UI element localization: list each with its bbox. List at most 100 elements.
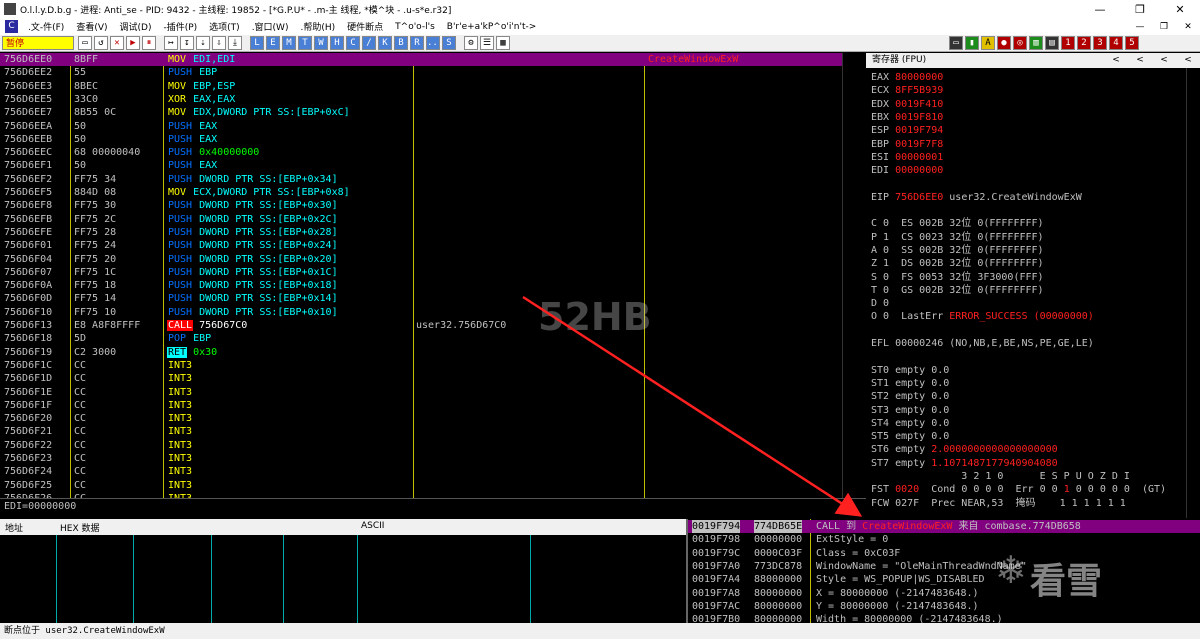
run-icon[interactable]: ▶: [126, 36, 140, 50]
disasm-row[interactable]: 756D6F1D CC INT3: [0, 372, 842, 385]
disasm-row[interactable]: 756D6EE7 8B55 0C MOV EDX,DWORD PTR SS:[EBP…: [0, 106, 842, 119]
plugin-icon-9[interactable]: 2: [1077, 36, 1091, 50]
register-line[interactable]: EFL 00000246 (NO,NB,E,BE,NS,PE,GE,LE): [871, 337, 1094, 350]
register-line[interactable]: O 0 LastErr ERROR_SUCCESS (00000000): [871, 310, 1094, 323]
toolbar-references-button[interactable]: R: [410, 36, 424, 50]
plugin-icon-12[interactable]: 5: [1125, 36, 1139, 50]
disasm-row[interactable]: 756D6EF2 FF75 34 PUSH DWORD PTR SS:[EBP+0x…: [0, 173, 842, 186]
plugin-icon-7[interactable]: ▤: [1045, 36, 1059, 50]
toolbar-handles-button[interactable]: H: [330, 36, 344, 50]
trace-over-icon[interactable]: ⇩: [212, 36, 226, 50]
disasm-row[interactable]: 756D6EF1 50 PUSH EAX: [0, 159, 842, 172]
toolbar-callstack-button[interactable]: K: [378, 36, 392, 50]
stack-row[interactable]: 0019F7AC 80000000 Y = 80000000 (-214748364…: [688, 600, 1200, 613]
toolbar-modules-button[interactable]: E: [266, 36, 280, 50]
trace-into-icon[interactable]: ⇣: [196, 36, 210, 50]
stack-row[interactable]: 0019F7A0 773DC878 WindowName = "OleMainThr…: [688, 560, 1200, 573]
register-line[interactable]: EBX 0019F810: [871, 111, 943, 124]
disasm-row[interactable]: 756D6F18 5D POP EBP: [0, 332, 842, 345]
stack-pane[interactable]: 0019F794 774DB65E CALL 到 CreateWindowExW 来…: [686, 519, 1200, 623]
child-close-button[interactable]: ✕: [1176, 22, 1200, 32]
pause-icon[interactable]: ⏸: [142, 36, 156, 50]
maximize-button[interactable]: ❐: [1120, 3, 1160, 16]
list-icon[interactable]: ☰: [480, 36, 494, 50]
stack-row[interactable]: 0019F794 774DB65E CALL 到 CreateWindowExW 来…: [688, 520, 1200, 534]
step-over-icon[interactable]: ↧: [180, 36, 194, 50]
register-value[interactable]: 756D6EE0: [895, 192, 943, 203]
disassembly-pane[interactable]: 756D6EE0 8BFF MOV EDI,EDI CreateWindowExW 75…: [0, 53, 842, 498]
register-line[interactable]: ESI 00000001: [871, 151, 943, 164]
close-process-icon[interactable]: ✕: [110, 36, 124, 50]
plugin-icon-11[interactable]: 4: [1109, 36, 1123, 50]
child-restore-button[interactable]: ❐: [1152, 22, 1176, 32]
plugin-icon-8[interactable]: 1: [1061, 36, 1075, 50]
disasm-row[interactable]: 756D6F1F CC INT3: [0, 399, 842, 412]
stack-row[interactable]: 0019F7B0 80000000 Width = 80000000 (-21474…: [688, 613, 1200, 623]
plugin-icon-2[interactable]: ▮: [965, 36, 979, 50]
disasm-row[interactable]: 756D6EEC 68 00000040 PUSH 0x40000000: [0, 146, 842, 159]
register-line[interactable]: EAX 80000000: [871, 71, 943, 84]
register-line[interactable]: T 0 GS 002B 32位 0(FFFFFFFF): [871, 284, 1044, 297]
register-line[interactable]: P 1 CS 0023 32位 0(FFFFFFFF): [871, 231, 1044, 244]
menu-tools[interactable]: T^o'o-l's: [389, 22, 441, 32]
disasm-row[interactable]: 756D6F20 CC INT3: [0, 412, 842, 425]
disasm-row[interactable]: 756D6F13 E8 A8F8FFFF CALL 756D67C0 user32.7…: [0, 319, 842, 332]
close-button[interactable]: ✕: [1160, 3, 1200, 16]
toolbar-memory-button[interactable]: M: [282, 36, 296, 50]
register-line[interactable]: A 0 SS 002B 32位 0(FFFFFFFF): [871, 244, 1044, 257]
cpu-window-icon[interactable]: C: [5, 20, 18, 33]
register-value[interactable]: 80000000: [895, 72, 943, 83]
disasm-row[interactable]: 756D6F07 FF75 1C PUSH DWORD PTR SS:[EBP+0x…: [0, 266, 842, 279]
menu-plugins[interactable]: -插件(P): [157, 20, 203, 33]
toolbar-breakpoints-button[interactable]: B: [394, 36, 408, 50]
disasm-row[interactable]: 756D6EE5 33C0 XOR EAX,EAX: [0, 93, 842, 106]
disasm-row[interactable]: 756D6F04 FF75 20 PUSH DWORD PTR SS:[EBP+0x…: [0, 253, 842, 266]
register-line[interactable]: EDX 0019F410: [871, 98, 943, 111]
register-line[interactable]: ST3 empty 0.0: [871, 404, 949, 417]
stack-row[interactable]: 0019F7A4 88000000 Style = WS_POPUP|WS_DISA…: [688, 573, 1200, 586]
register-line[interactable]: S 0 FS 0053 32位 3F3000(FFF): [871, 271, 1044, 284]
disasm-row[interactable]: 756D6F0A FF75 18 PUSH DWORD PTR SS:[EBP+0x…: [0, 279, 842, 292]
toolbar-threads-button[interactable]: T: [298, 36, 312, 50]
disasm-row[interactable]: 756D6EEA 50 PUSH EAX: [0, 120, 842, 133]
disasm-row[interactable]: 756D6F25 CC INT3: [0, 479, 842, 492]
disasm-row[interactable]: 756D6EFE FF75 28 PUSH DWORD PTR SS:[EBP+0x…: [0, 226, 842, 239]
register-line[interactable]: ST1 empty 0.0: [871, 377, 949, 390]
disasm-row[interactable]: 756D6F1C CC INT3: [0, 359, 842, 372]
disasm-row[interactable]: 756D6EEB 50 PUSH EAX: [0, 133, 842, 146]
menu-breakpoint[interactable]: B'r'e+a'kP^o'i'n't->: [441, 22, 543, 32]
disasm-row[interactable]: 756D6F19 C2 3000 RET 0x30: [0, 346, 842, 359]
disasm-row[interactable]: 756D6EFB FF75 2C PUSH DWORD PTR SS:[EBP+0x…: [0, 213, 842, 226]
disasm-row[interactable]: 756D6F22 CC INT3: [0, 439, 842, 452]
register-value[interactable]: 00000001: [895, 152, 943, 163]
menu-options[interactable]: 选项(T): [203, 20, 246, 33]
dump-col-address[interactable]: 地址: [5, 521, 23, 534]
stack-row[interactable]: 0019F79C 0000C03F Class = 0xC03F: [688, 547, 1200, 560]
register-line[interactable]: Z 1 DS 002B 32位 0(FFFFFFFF): [871, 257, 1044, 270]
register-line[interactable]: EIP 756D6EE0 user32.CreateWindowExW: [871, 191, 1082, 204]
register-nav-button[interactable]: <: [1176, 53, 1200, 68]
register-line[interactable]: ST6 empty 2.0000000000000000000: [871, 443, 1058, 456]
register-line[interactable]: ST4 empty 0.0: [871, 417, 949, 430]
register-line[interactable]: EBP 0019F7F8: [871, 138, 943, 151]
registers-scrollbar[interactable]: [1186, 68, 1200, 518]
plugin-icon-3[interactable]: A: [981, 36, 995, 50]
child-minimize-button[interactable]: —: [1128, 22, 1152, 32]
registers-pane[interactable]: 寄存器 (FPU) < < < < EAX 80000000 ECX 8FF5B9…: [866, 53, 1200, 519]
register-value[interactable]: 0019F794: [895, 125, 943, 136]
disasm-row[interactable]: 756D6EF8 FF75 30 PUSH DWORD PTR SS:[EBP+0x…: [0, 199, 842, 212]
register-line[interactable]: ST2 empty 0.0: [871, 390, 949, 403]
toolbar-windows-button[interactable]: W: [314, 36, 328, 50]
plugin-icon-4[interactable]: ●: [997, 36, 1011, 50]
menu-window[interactable]: .窗口(W): [246, 20, 295, 33]
execute-till-return-icon[interactable]: ⤓: [228, 36, 242, 50]
menu-file[interactable]: .文-件(F): [22, 20, 70, 33]
disasm-row[interactable]: 756D6EE3 8BEC MOV EBP,ESP: [0, 80, 842, 93]
disasm-row[interactable]: 756D6F21 CC INT3: [0, 425, 842, 438]
disasm-row[interactable]: 756D6F10 FF75 10 PUSH DWORD PTR SS:[EBP+0x…: [0, 306, 842, 319]
register-nav-button[interactable]: <: [1104, 53, 1128, 68]
register-nav-button[interactable]: <: [1152, 53, 1176, 68]
dump-col-ascii[interactable]: ASCII: [361, 521, 384, 531]
plugin-icon-1[interactable]: ▭: [949, 36, 963, 50]
toolbar-source-button[interactable]: S: [442, 36, 456, 50]
